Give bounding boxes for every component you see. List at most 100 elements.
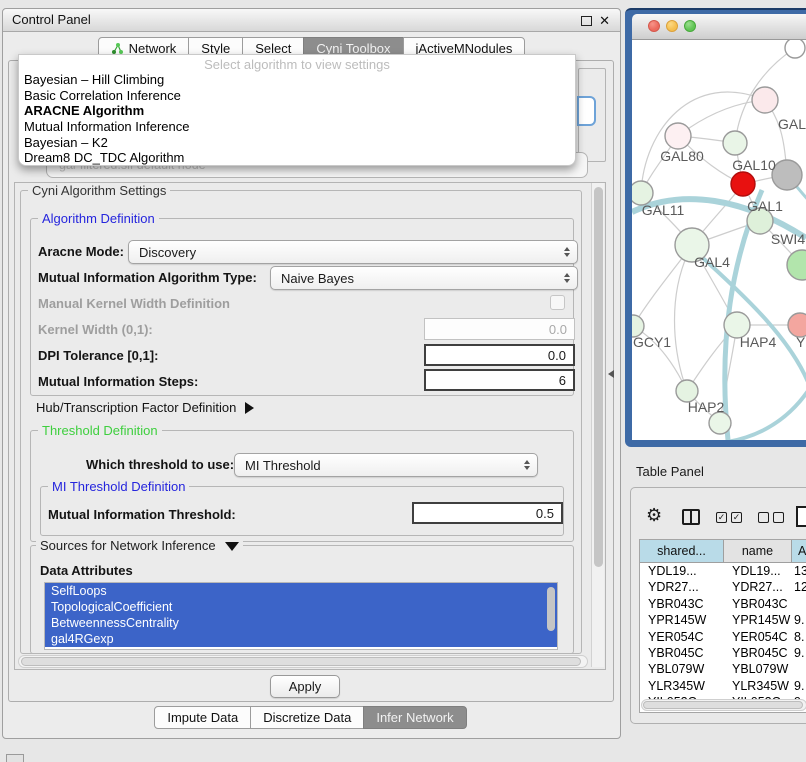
node-gal80[interactable] (665, 123, 691, 149)
splitpane-handle-icon[interactable] (608, 370, 614, 378)
spinner-arrows-icon (524, 460, 530, 470)
table-row[interactable]: YLR345W YLR345W 9. (640, 678, 806, 694)
checked-checkbox-icon[interactable] (716, 512, 727, 523)
table-row[interactable]: YER054C YER054C 8. (640, 629, 806, 645)
checked-checkbox-icon[interactable] (731, 512, 742, 523)
kernel-width-label: Kernel Width (0,1): (38, 322, 153, 337)
column-header-partial[interactable]: A (792, 540, 806, 563)
table-cell[interactable]: YDR27... (640, 579, 724, 595)
table-cell[interactable]: 8. (792, 629, 806, 645)
dropdown-item-mutual-information[interactable]: Mutual Information Inference (19, 119, 575, 135)
column-header-name[interactable]: name (724, 540, 792, 563)
table-row[interactable]: YDL19... YDL19... 13 (640, 563, 806, 579)
table-panel: shared... name A YDL19... YDL19... 13 YD… (630, 487, 806, 724)
table-row[interactable]: YBR043C YBR043C (640, 596, 806, 612)
table-cell[interactable]: YBR043C (640, 596, 724, 612)
table-cell[interactable]: YBR045C (640, 645, 724, 661)
zoom-traffic-light[interactable] (684, 20, 696, 32)
settings-scroll-thumb[interactable] (594, 187, 603, 567)
screen: Control Panel Network Style Sel (0, 0, 806, 762)
aracne-mode-combo[interactable]: Discovery (128, 240, 578, 264)
label-hap2: HAP2 (688, 399, 725, 415)
table-cell[interactable]: YLR345W (640, 678, 724, 694)
column-header-shared-name[interactable]: shared... (640, 540, 724, 563)
tab-discretize-data[interactable]: Discretize Data (250, 706, 364, 729)
table-cell[interactable]: YBL079W (640, 661, 724, 677)
sources-title-wrap[interactable]: Sources for Network Inference (36, 539, 243, 553)
settings-horizontal-scrollbar[interactable] (18, 655, 588, 668)
page-icon[interactable] (796, 506, 806, 527)
label-gcy1: GCY1 (633, 334, 671, 350)
table-cell[interactable]: YER054C (724, 629, 792, 645)
settings-hscroll-thumb[interactable] (21, 657, 581, 666)
network-window-titlebar[interactable] (632, 14, 806, 40)
table-cell[interactable]: YPR145W (724, 612, 792, 628)
spinner-arrows-icon (564, 247, 570, 257)
table-row[interactable]: YBL079W YBL079W (640, 661, 806, 677)
close-traffic-light[interactable] (648, 20, 660, 32)
table-row[interactable]: YPR145W YPR145W 9. (640, 612, 806, 628)
dropdown-item-bayesian-hill-climbing[interactable]: Bayesian – Hill Climbing (19, 72, 575, 88)
table-cell[interactable]: 9. (792, 612, 806, 628)
algorithm-definition-title: Algorithm Definition (38, 212, 159, 226)
table-cell[interactable]: YDL19... (724, 563, 792, 579)
which-threshold-combo[interactable]: MI Threshold (234, 453, 538, 477)
table-row[interactable]: YDR27... YDR27... 12 (640, 579, 806, 595)
table-cell[interactable]: YDL19... (640, 563, 724, 579)
table-cell[interactable]: 12 (792, 579, 806, 595)
dropdown-item-basic-correlation[interactable]: Basic Correlation Inference (19, 88, 575, 104)
table-row[interactable]: YBR045C YBR045C 9. (640, 645, 806, 661)
dropdown-item-aracne[interactable]: ARACNE Algorithm (19, 103, 575, 119)
split-columns-icon[interactable] (682, 509, 700, 525)
data-attributes-label: Data Attributes (40, 563, 133, 578)
tab-impute-data[interactable]: Impute Data (154, 706, 251, 729)
table-cell[interactable]: 9. (792, 645, 806, 661)
float-icon[interactable] (581, 16, 592, 26)
table-cell[interactable]: YER054C (640, 629, 724, 645)
table-cell[interactable]: YDR27... (724, 579, 792, 595)
network-window: GAL GAL80 GAL10 GAL1 GAL11 SWI4 GAL4 GCY… (625, 8, 806, 447)
unchecked-checkbox-icon[interactable] (773, 512, 784, 523)
control-panel-titlebar[interactable]: Control Panel (3, 9, 620, 32)
mi-steps-field[interactable]: 6 (424, 369, 575, 391)
tab-infer-network[interactable]: Infer Network (363, 706, 466, 729)
hub-factor-expander[interactable]: Hub/Transcription Factor Definition (36, 400, 254, 415)
close-icon[interactable] (599, 14, 610, 27)
node-gray[interactable] (772, 160, 802, 190)
network-canvas[interactable]: GAL GAL80 GAL10 GAL1 GAL11 SWI4 GAL4 GCY… (632, 40, 806, 440)
node-top[interactable] (785, 40, 805, 58)
apply-button[interactable]: Apply (270, 675, 340, 698)
table-cell[interactable]: YLR345W (724, 678, 792, 694)
node-green-right[interactable] (787, 250, 806, 280)
table-cell[interactable] (792, 661, 806, 677)
gear-icon[interactable] (646, 506, 662, 524)
node-gal10[interactable] (723, 131, 747, 155)
dropdown-item-dream8[interactable]: Dream8 DC_TDC Algorithm (19, 150, 575, 166)
list-item-selfloops[interactable]: SelfLoops (45, 583, 557, 599)
table-cell[interactable]: YBR043C (724, 596, 792, 612)
table-cell[interactable]: 9. (792, 678, 806, 694)
hidden-focused-combo-edge (577, 96, 596, 126)
list-item-gal4rgexp[interactable]: gal4RGexp (45, 631, 557, 647)
table-cell[interactable]: YBL079W (724, 661, 792, 677)
mi-threshold-field[interactable]: 0.5 (412, 502, 563, 524)
table-cell[interactable]: YBR045C (724, 645, 792, 661)
list-item-betweennesscentrality[interactable]: BetweennessCentrality (45, 615, 557, 631)
list-item-topologicalcoefficient[interactable]: TopologicalCoefficient (45, 599, 557, 615)
unchecked-checkbox-icon[interactable] (758, 512, 769, 523)
node-bottom[interactable] (709, 412, 731, 434)
node-gal1[interactable] (731, 172, 755, 196)
data-attributes-list[interactable]: SelfLoops TopologicalCoefficient Between… (44, 582, 558, 650)
minimize-traffic-light[interactable] (666, 20, 678, 32)
node-gal-cut[interactable] (752, 87, 778, 113)
table-hscroll-thumb[interactable] (643, 701, 803, 709)
table-cell[interactable] (792, 596, 806, 612)
table-cell[interactable]: 13 (792, 563, 806, 579)
dropdown-item-bayesian-k2[interactable]: Bayesian – K2 (19, 135, 575, 151)
table-horizontal-scrollbar[interactable] (641, 699, 806, 711)
table-cell[interactable]: YPR145W (640, 612, 724, 628)
settings-vertical-scrollbar[interactable] (591, 183, 604, 667)
attributes-scroll-thumb[interactable] (547, 587, 555, 631)
dpi-tolerance-field[interactable]: 0.0 (424, 344, 575, 366)
mi-type-combo[interactable]: Naive Bayes (270, 266, 578, 290)
